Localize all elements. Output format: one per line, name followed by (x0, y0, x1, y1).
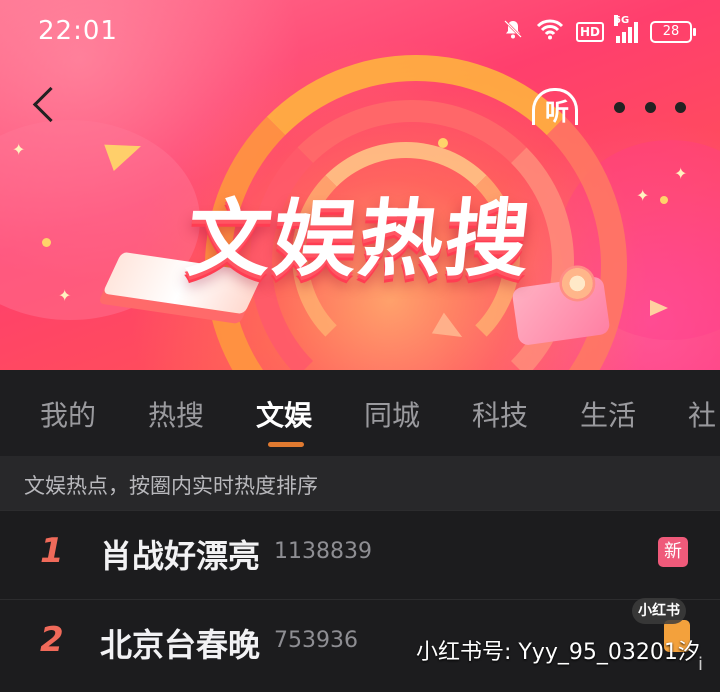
hot-search-row[interactable]: 1 肖战好漂亮 1138839 新 (0, 510, 720, 599)
new-badge: 新 (658, 537, 688, 567)
rank-number: 2 (40, 620, 64, 660)
status-icons: HD 5G 28 (502, 14, 696, 45)
wifi-icon (536, 18, 564, 45)
watermark-text: 小红书号: Yyy_95_03201汐 (416, 640, 700, 665)
hot-search-title: 肖战好漂亮 (100, 537, 261, 575)
tab-hot-search[interactable]: 热搜 (148, 394, 204, 434)
more-options-icon[interactable] (614, 92, 686, 122)
watermark-logo: 小红书 (632, 598, 686, 624)
decor-triangle (650, 300, 668, 316)
text-cursor: i (698, 654, 704, 675)
tab-local[interactable]: 同城 (364, 394, 420, 434)
tab-society[interactable]: 社 (688, 394, 716, 434)
signal-bar (616, 35, 620, 43)
category-tabs: 我的 热搜 文娱 同城 科技 生活 社 (0, 370, 720, 456)
banner-title: 文娱热搜 (182, 190, 537, 288)
battery-icon: 28 (650, 20, 696, 43)
rank-number: 1 (40, 531, 64, 571)
tab-mine[interactable]: 我的 (40, 394, 96, 434)
back-arrow-icon[interactable] (24, 84, 68, 128)
signal-bar (622, 31, 626, 43)
heat-value: 753936 (274, 628, 358, 653)
tab-entertainment[interactable]: 文娱 (256, 394, 312, 434)
sparkle-icon: ✦ (12, 140, 26, 159)
listen-label: 听 (545, 98, 569, 126)
list-subtitle-bar: 文娱热点，按圈内实时热度排序 (0, 456, 720, 510)
status-time: 22:01 (38, 16, 118, 46)
signal-icon: 5G (614, 14, 638, 43)
hd-indicator: HD (575, 21, 604, 42)
mute-bell-icon (502, 18, 524, 45)
signal-bar (634, 21, 638, 43)
hot-search-title: 北京台春晚 (100, 626, 261, 664)
list-subtitle: 文娱热点，按圈内实时热度排序 (24, 474, 318, 498)
active-tab-indicator (268, 442, 304, 447)
tab-life[interactable]: 生活 (580, 394, 636, 434)
status-bar: 22:01 HD 5G 28 (0, 0, 720, 64)
signal-bar (628, 26, 632, 43)
listen-button[interactable]: 听 (528, 86, 590, 130)
network-type: 5G (614, 14, 630, 26)
decor-dot (438, 138, 448, 148)
heat-value: 1138839 (274, 539, 372, 564)
tab-tech[interactable]: 科技 (472, 394, 528, 434)
